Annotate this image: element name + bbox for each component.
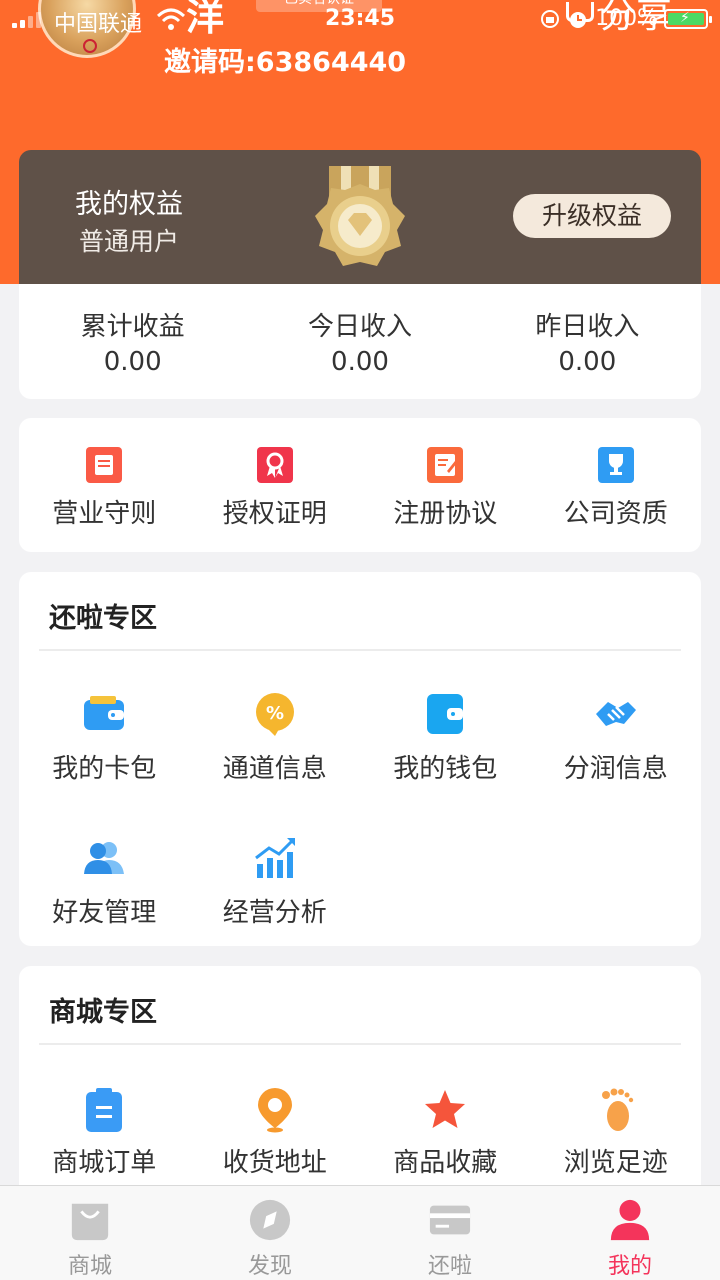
- rights-banner: 我的权益 普通用户 升级权益: [19, 150, 701, 284]
- invite-code: 邀请码:63864440: [164, 47, 407, 78]
- order-icon: [86, 1088, 123, 1132]
- income-value: 0.00: [331, 347, 389, 377]
- tab-label: 还啦: [427, 1254, 472, 1279]
- my-wallet-item[interactable]: 我的钱包: [360, 692, 531, 836]
- item-label: 浏览足迹: [563, 1148, 668, 1178]
- repay-zone: 还啦专区 我的卡包 % 通道信息 我的钱包 分润信息 好友管理 经营分析: [19, 572, 701, 946]
- favorites-item[interactable]: 商品收藏: [360, 1086, 531, 1179]
- income-summary: 累计收益 0.00 今日收入 0.00 昨日收入 0.00: [19, 284, 701, 399]
- footprint-icon: [601, 1088, 633, 1131]
- status-bar: 中国联通 23:45 100% ⚡: [0, 0, 720, 40]
- item-label: 分润信息: [563, 754, 668, 784]
- income-label: 今日收入: [307, 312, 412, 342]
- business-analysis-item[interactable]: 经营分析: [190, 836, 361, 980]
- battery-icon: ⚡: [664, 8, 712, 29]
- income-today: 今日收入 0.00: [246, 284, 473, 399]
- tab-bar: 商城 发现 还啦 我的: [0, 1185, 720, 1280]
- divider: [39, 649, 681, 651]
- agreement-icon: [427, 447, 464, 483]
- friend-management-item[interactable]: 好友管理: [19, 836, 190, 980]
- income-total: 累计收益 0.00: [19, 284, 246, 399]
- item-label: 好友管理: [52, 898, 157, 928]
- income-yesterday: 昨日收入 0.00: [474, 284, 701, 399]
- item-label: 我的钱包: [393, 754, 498, 784]
- authorization-item[interactable]: 授权证明: [190, 418, 361, 552]
- shop-zone: 商城专区 商城订单 收货地址 商品收藏 浏览足迹: [19, 966, 701, 1206]
- channel-info-item[interactable]: % 通道信息: [190, 692, 361, 836]
- browsing-history-item[interactable]: 浏览足迹: [531, 1086, 702, 1179]
- item-label: 通道信息: [222, 754, 327, 784]
- my-card-wallet-item[interactable]: 我的卡包: [19, 692, 190, 836]
- upgrade-rights-button[interactable]: 升级权益: [513, 194, 671, 238]
- item-label: 商品收藏: [393, 1148, 498, 1178]
- profit-share-item[interactable]: 分润信息: [531, 692, 702, 836]
- income-label: 昨日收入: [535, 312, 640, 342]
- tab-shop[interactable]: 商城: [0, 1186, 180, 1280]
- tab-discover[interactable]: 发现: [180, 1186, 360, 1280]
- rules-icon: [86, 447, 123, 483]
- tab-label: 我的: [607, 1254, 652, 1279]
- person-icon: [610, 1199, 650, 1241]
- card-wallet-icon: [84, 696, 125, 730]
- divider: [39, 1043, 681, 1045]
- wallet-icon: [427, 694, 464, 734]
- section-title: 还啦专区: [49, 603, 157, 634]
- analytics-icon: [254, 838, 295, 878]
- award-icon: [256, 447, 293, 483]
- alarm-icon: [570, 11, 587, 28]
- section-title: 商城专区: [49, 997, 157, 1028]
- battery-percent: 100%: [595, 6, 658, 31]
- shipping-address-item[interactable]: 收货地址: [190, 1086, 361, 1179]
- avatar-stamp-icon: [83, 39, 97, 53]
- tab-label: 发现: [247, 1254, 292, 1279]
- item-label: 注册协议: [393, 499, 498, 529]
- item-label: 收货地址: [222, 1148, 327, 1178]
- business-rules-item[interactable]: 营业守则: [19, 418, 190, 552]
- user-level: 普通用户: [79, 227, 180, 256]
- income-label: 累计收益: [80, 312, 185, 342]
- rights-title: 我的权益: [75, 189, 183, 220]
- item-label: 经营分析: [222, 898, 327, 928]
- trophy-icon: [597, 447, 634, 483]
- star-icon: [425, 1090, 466, 1128]
- tab-mine[interactable]: 我的: [540, 1186, 720, 1280]
- registration-agreement-item[interactable]: 注册协议: [360, 418, 531, 552]
- item-label: 商城订单: [52, 1148, 157, 1178]
- income-value: 0.00: [103, 347, 162, 377]
- svg-text:%: %: [266, 703, 284, 724]
- item-label: 营业守则: [52, 499, 157, 529]
- item-label: 授权证明: [222, 499, 327, 529]
- shopping-bag-icon: [71, 1203, 109, 1241]
- percent-icon: %: [255, 693, 294, 736]
- medal-icon: [315, 166, 405, 266]
- tab-repay[interactable]: 还啦: [360, 1186, 540, 1280]
- shop-orders-item[interactable]: 商城订单: [19, 1086, 190, 1179]
- income-value: 0.00: [558, 347, 617, 377]
- company-qualification-item[interactable]: 公司资质: [531, 418, 702, 552]
- location-icon: [257, 1088, 292, 1133]
- compass-icon: [249, 1199, 291, 1241]
- card-icon: [429, 1205, 471, 1235]
- friends-icon: [84, 842, 125, 874]
- item-label: 公司资质: [563, 499, 668, 529]
- item-label: 我的卡包: [52, 754, 157, 784]
- handshake-icon: [595, 702, 636, 726]
- rotation-lock-icon: [541, 9, 560, 28]
- documents-panel: 营业守则 授权证明 注册协议 公司资质: [19, 418, 701, 552]
- tab-label: 商城: [67, 1254, 112, 1279]
